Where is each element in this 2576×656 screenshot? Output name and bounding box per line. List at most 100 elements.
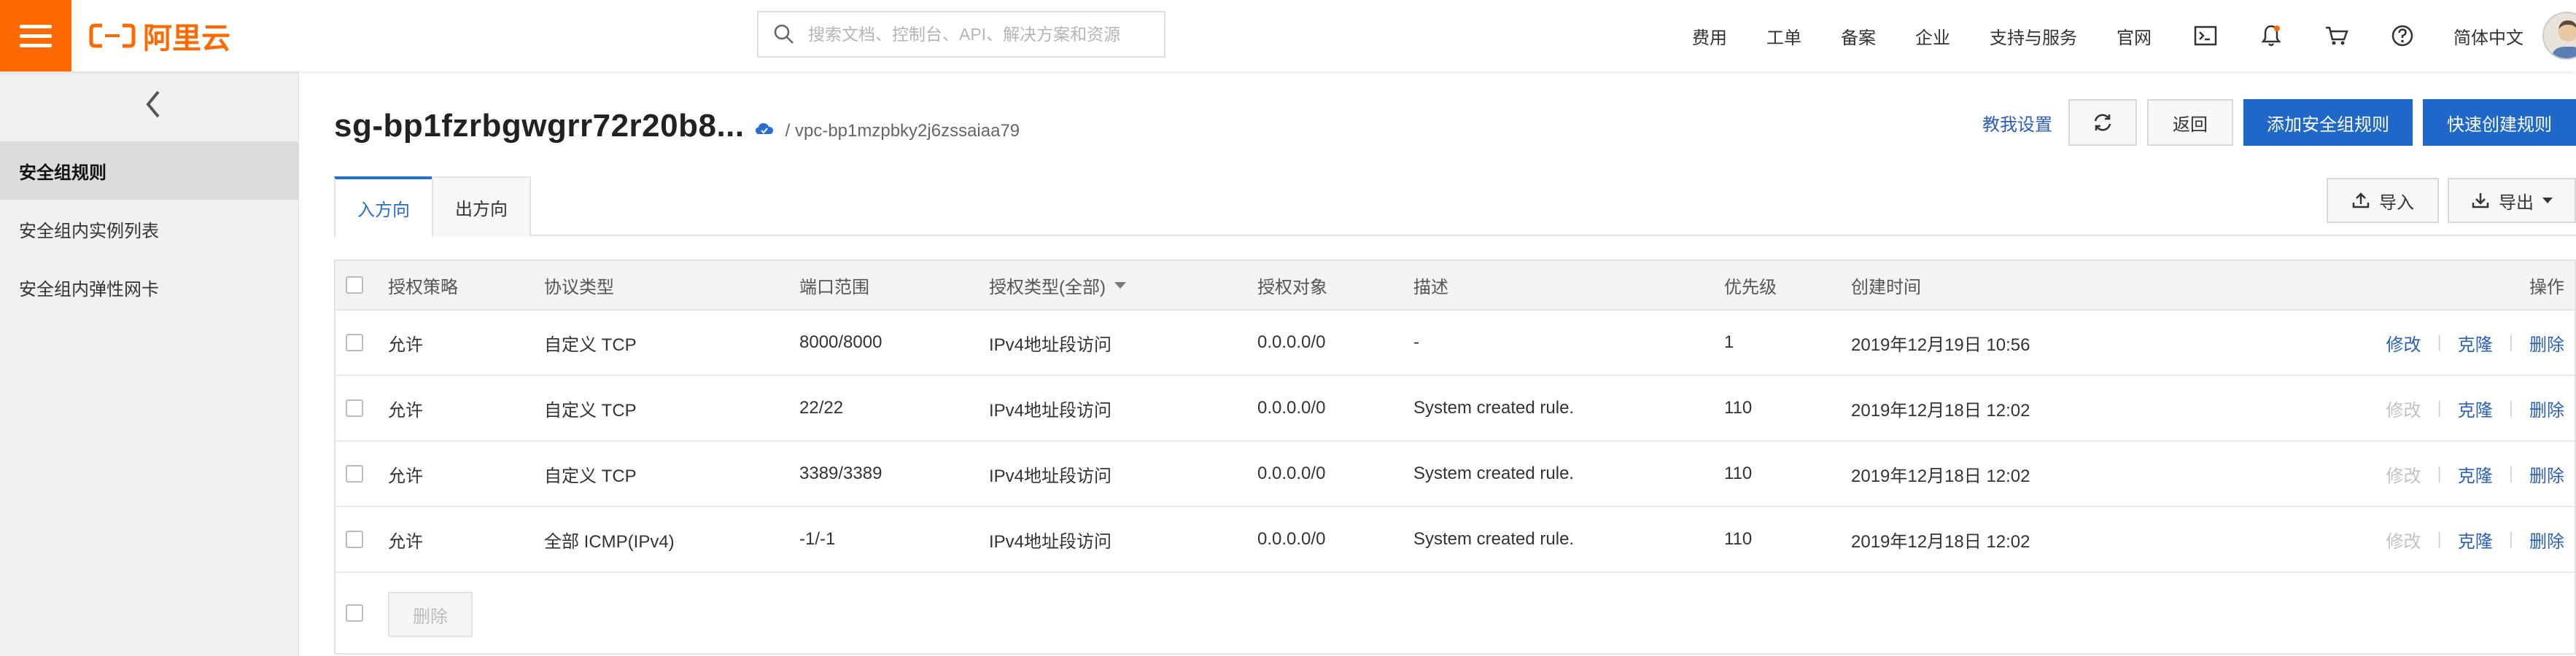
direction-tabs: 入方向 出方向 bbox=[334, 176, 2576, 238]
help-icon[interactable] bbox=[2388, 21, 2417, 50]
sidebar-item-enis[interactable]: 安全组内弹性网卡 bbox=[0, 258, 299, 316]
divider: | bbox=[2437, 529, 2442, 549]
nav-support[interactable]: 支持与服务 bbox=[1990, 23, 2077, 49]
aliyun-logo[interactable]: 阿里云 bbox=[89, 17, 230, 55]
bulk-delete-button[interactable]: 删除 bbox=[388, 592, 473, 637]
delete-link[interactable]: 删除 bbox=[2529, 396, 2564, 421]
table-row: 允许 自定义 TCP 22/22 IPv4地址段访问 0.0.0.0/0 System c… bbox=[335, 376, 2575, 442]
divider: | bbox=[2508, 332, 2513, 352]
edit-link[interactable]: 修改 bbox=[2386, 396, 2421, 421]
edit-link[interactable]: 修改 bbox=[2386, 330, 2421, 356]
nav-website[interactable]: 官网 bbox=[2117, 23, 2152, 49]
col-port: 端口范围 bbox=[799, 277, 869, 297]
row-policy: 允许 bbox=[388, 335, 423, 355]
terminal-icon[interactable] bbox=[2191, 21, 2220, 50]
tab-outbound[interactable]: 出方向 bbox=[432, 176, 531, 236]
edit-link[interactable]: 修改 bbox=[2386, 461, 2421, 487]
row-auth-type: IPv4地址段访问 bbox=[989, 531, 1112, 552]
vpc-breadcrumb[interactable]: / vpc-bp1mzpbky2j6zssaiaa79 bbox=[785, 121, 1020, 141]
row-checkbox[interactable] bbox=[346, 399, 363, 417]
col-protocol: 协议类型 bbox=[544, 277, 614, 297]
sidebar: 安全组规则 安全组内实例列表 安全组内弹性网卡 bbox=[0, 71, 299, 656]
search-input[interactable] bbox=[808, 24, 1158, 44]
cloud-edit-icon[interactable] bbox=[755, 122, 774, 136]
top-bar: 阿里云 费用 工单 备案 企业 支持与服务 官网 简体中文 bbox=[0, 0, 2576, 71]
row-port: -1/-1 bbox=[799, 529, 836, 549]
col-auth-type-label: 授权类型(全部) bbox=[989, 277, 1106, 297]
row-desc: System created rule. bbox=[1413, 398, 1575, 418]
clone-link[interactable]: 克隆 bbox=[2458, 396, 2493, 421]
import-label: 导入 bbox=[2379, 192, 2414, 213]
row-checkbox[interactable] bbox=[346, 334, 363, 351]
row-protocol: 全部 ICMP(IPv4) bbox=[544, 531, 675, 552]
clone-link[interactable]: 克隆 bbox=[2458, 330, 2493, 356]
quick-create-button[interactable]: 快速创建规则 bbox=[2423, 99, 2576, 146]
row-actions: 修改 | 克隆 | 删除 bbox=[2386, 507, 2564, 571]
edit-link[interactable]: 修改 bbox=[2386, 527, 2421, 552]
divider: | bbox=[2437, 464, 2442, 483]
row-port: 8000/8000 bbox=[799, 332, 882, 352]
delete-link[interactable]: 删除 bbox=[2529, 330, 2564, 356]
tab-inbound[interactable]: 入方向 bbox=[334, 176, 433, 238]
main-content: sg-bp1fzrbgwgrr72r20b8... / vpc-bp1mzpbk… bbox=[299, 71, 2576, 656]
col-created: 创建时间 bbox=[1851, 277, 1921, 297]
nav-icp[interactable]: 备案 bbox=[1841, 23, 1876, 49]
language-switcher[interactable]: 简体中文 bbox=[2453, 23, 2523, 49]
menu-button[interactable] bbox=[0, 0, 71, 71]
row-protocol: 自定义 TCP bbox=[544, 335, 637, 355]
row-checkbox[interactable] bbox=[346, 465, 363, 483]
col-target: 授权对象 bbox=[1257, 277, 1327, 297]
row-auth-type: IPv4地址段访问 bbox=[989, 400, 1112, 421]
tutorial-link[interactable]: 教我设置 bbox=[1982, 110, 2052, 136]
divider: | bbox=[2508, 464, 2513, 483]
sidebar-item-instances[interactable]: 安全组内实例列表 bbox=[0, 200, 299, 258]
top-nav: 费用 工单 备案 企业 支持与服务 官网 简体中文 bbox=[1692, 0, 2553, 71]
table-footer: 删除 bbox=[335, 573, 2575, 655]
nav-tickets[interactable]: 工单 bbox=[1766, 23, 1801, 49]
table-row: 允许 全部 ICMP(IPv4) -1/-1 IPv4地址段访问 0.0.0.0/0 Sy… bbox=[335, 507, 2575, 573]
refresh-button[interactable] bbox=[2068, 99, 2137, 146]
delete-link[interactable]: 删除 bbox=[2529, 461, 2564, 487]
sidebar-item-label: 安全组规则 bbox=[19, 163, 106, 183]
caret-down-icon bbox=[1114, 281, 1126, 289]
row-auth-type: IPv4地址段访问 bbox=[989, 466, 1112, 486]
col-priority: 优先级 bbox=[1724, 277, 1777, 297]
add-rule-button[interactable]: 添加安全组规则 bbox=[2243, 99, 2413, 146]
refresh-icon bbox=[2094, 114, 2111, 131]
download-icon bbox=[2472, 193, 2489, 208]
row-checkbox[interactable] bbox=[346, 531, 363, 548]
row-auth-type: IPv4地址段访问 bbox=[989, 335, 1112, 355]
sidebar-item-rules[interactable]: 安全组规则 bbox=[0, 141, 299, 200]
export-button[interactable]: 导出 bbox=[2448, 178, 2576, 223]
nav-enterprise[interactable]: 企业 bbox=[1915, 23, 1950, 49]
row-actions: 修改 | 克隆 | 删除 bbox=[2386, 376, 2564, 440]
col-desc: 描述 bbox=[1413, 277, 1448, 297]
table-header: 授权策略 协议类型 端口范围 授权类型(全部) 授权对象 描述 优先级 创建时间… bbox=[335, 261, 2575, 311]
bulk-select-checkbox[interactable] bbox=[346, 604, 363, 622]
hamburger-line bbox=[20, 24, 52, 28]
col-auth-type-filter[interactable]: 授权类型(全部) bbox=[989, 261, 1126, 309]
divider: | bbox=[2508, 398, 2513, 418]
clone-link[interactable]: 克隆 bbox=[2458, 527, 2493, 552]
collapse-sidebar-button[interactable] bbox=[139, 86, 168, 122]
global-search[interactable] bbox=[757, 11, 1165, 58]
back-button[interactable]: 返回 bbox=[2147, 99, 2233, 146]
row-priority: 110 bbox=[1724, 529, 1753, 549]
row-priority: 1 bbox=[1724, 332, 1734, 352]
row-actions: 修改 | 克隆 | 删除 bbox=[2386, 311, 2564, 375]
bell-icon[interactable] bbox=[2257, 21, 2286, 50]
import-button[interactable]: 导入 bbox=[2327, 178, 2439, 223]
row-target: 0.0.0.0/0 bbox=[1257, 332, 1326, 352]
clone-link[interactable]: 克隆 bbox=[2458, 461, 2493, 487]
select-all-checkbox[interactable] bbox=[346, 276, 363, 294]
delete-link[interactable]: 删除 bbox=[2529, 527, 2564, 552]
col-actions: 操作 bbox=[2529, 277, 2564, 297]
cart-icon[interactable] bbox=[2322, 21, 2351, 50]
export-label: 导出 bbox=[2499, 192, 2534, 213]
divider: | bbox=[2437, 398, 2442, 418]
nav-billing[interactable]: 费用 bbox=[1692, 23, 1727, 49]
row-protocol: 自定义 TCP bbox=[544, 400, 637, 421]
chevron-left-icon bbox=[146, 90, 160, 118]
row-target: 0.0.0.0/0 bbox=[1257, 529, 1326, 549]
upload-icon bbox=[2352, 192, 2370, 208]
